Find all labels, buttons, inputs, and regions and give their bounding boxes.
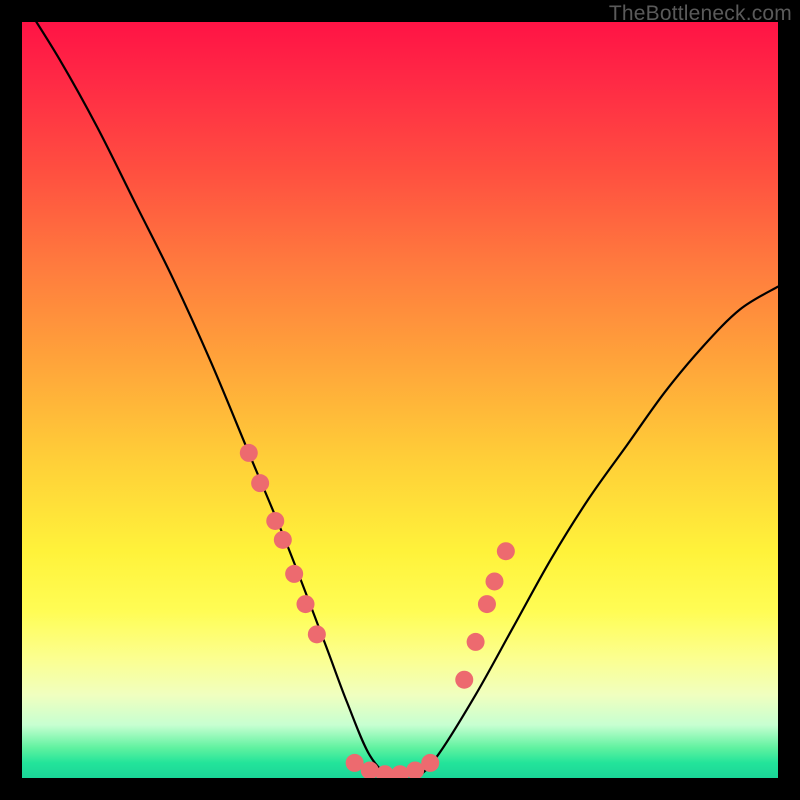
highlight-dot	[497, 542, 515, 560]
highlight-dot	[478, 595, 496, 613]
chart-frame: TheBottleneck.com	[0, 0, 800, 800]
chart-plot-area	[22, 22, 778, 778]
highlight-dot	[467, 633, 485, 651]
highlight-dot	[421, 754, 439, 772]
bottleneck-curve	[22, 22, 778, 778]
highlight-dot	[274, 531, 292, 549]
highlight-dot	[240, 444, 258, 462]
highlight-dot	[297, 595, 315, 613]
highlight-dot	[308, 625, 326, 643]
highlight-dot	[285, 565, 303, 583]
highlight-dot	[266, 512, 284, 530]
chart-svg	[22, 22, 778, 778]
highlight-dots	[240, 444, 515, 778]
highlight-dot	[486, 572, 504, 590]
curve-layer	[22, 22, 778, 778]
watermark-text: TheBottleneck.com	[609, 2, 792, 26]
highlight-dot	[251, 474, 269, 492]
highlight-dot	[455, 671, 473, 689]
